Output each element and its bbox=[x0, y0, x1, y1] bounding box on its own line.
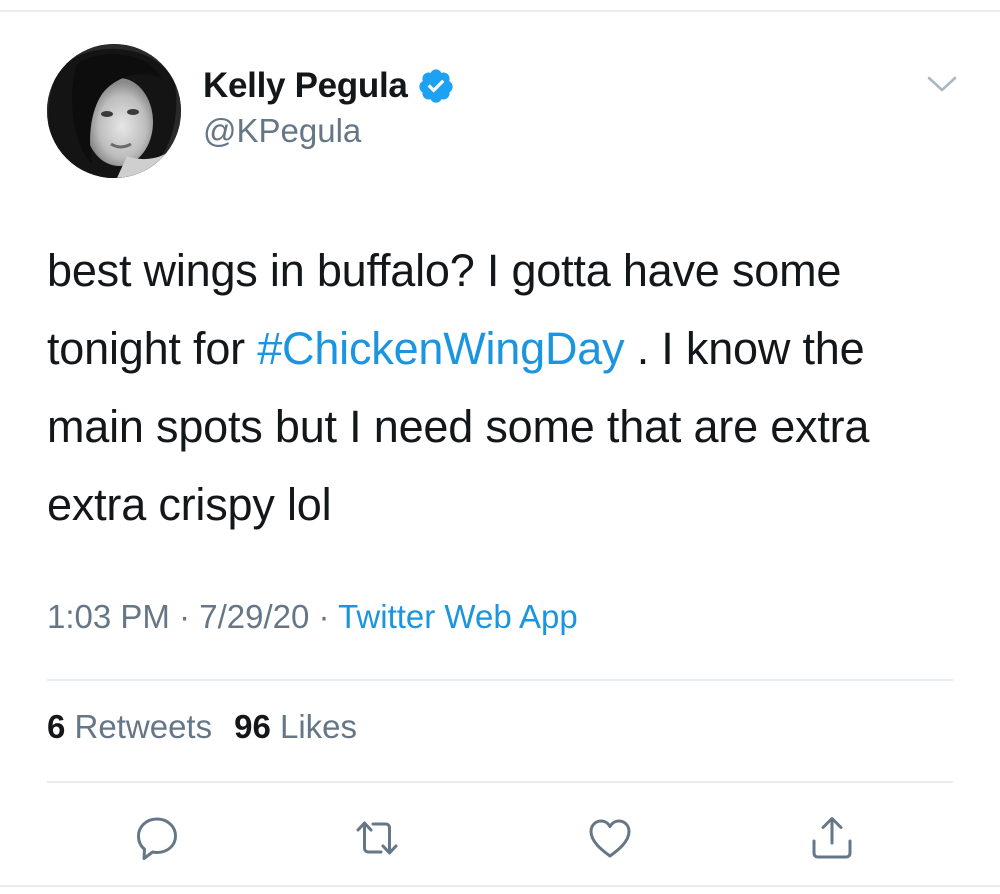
display-name-row[interactable]: Kelly Pegula bbox=[203, 64, 455, 108]
verified-badge-icon bbox=[417, 67, 455, 105]
tweet-text: best wings in buffalo? I gotta have some… bbox=[47, 232, 957, 544]
reply-icon[interactable] bbox=[131, 812, 183, 864]
user-handle[interactable]: @KPegula bbox=[203, 112, 361, 150]
tweet-stats: 6 Retweets 96 Likes bbox=[47, 708, 357, 746]
chevron-down-icon[interactable] bbox=[920, 66, 964, 102]
hashtag-link[interactable]: #ChickenWingDay bbox=[257, 323, 624, 374]
likes-count: 96 bbox=[234, 708, 271, 745]
like-icon[interactable] bbox=[584, 812, 636, 864]
divider bbox=[47, 781, 953, 783]
bottom-divider bbox=[0, 885, 1000, 887]
tweet-source-link[interactable]: Twitter Web App bbox=[338, 598, 578, 635]
likes-label: Likes bbox=[279, 708, 358, 745]
likes-stat[interactable]: 96 Likes bbox=[234, 708, 357, 745]
retweet-icon[interactable] bbox=[351, 812, 403, 864]
tweet-date[interactable]: 7/29/20 bbox=[199, 598, 309, 635]
display-name[interactable]: Kelly Pegula bbox=[203, 66, 408, 106]
share-icon[interactable] bbox=[806, 812, 858, 864]
divider bbox=[47, 679, 953, 681]
tweet-time[interactable]: 1:03 PM bbox=[47, 598, 170, 635]
retweets-stat[interactable]: 6 Retweets bbox=[47, 708, 212, 745]
retweets-count: 6 bbox=[47, 708, 66, 745]
tweet-meta: 1:03 PM · 7/29/20 · Twitter Web App bbox=[47, 598, 578, 636]
retweets-label: Retweets bbox=[74, 708, 213, 745]
avatar[interactable] bbox=[47, 44, 181, 178]
top-divider bbox=[0, 10, 1000, 12]
meta-separator: · bbox=[169, 598, 200, 635]
avatar-photo bbox=[47, 44, 181, 178]
meta-separator: · bbox=[309, 598, 339, 635]
